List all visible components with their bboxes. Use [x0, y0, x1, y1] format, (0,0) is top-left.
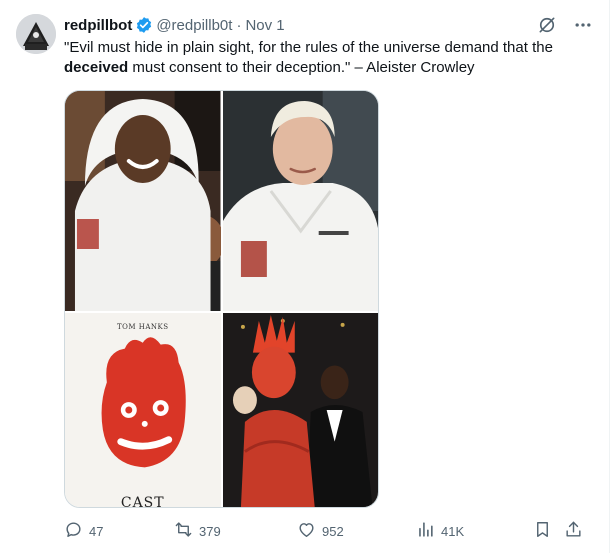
- views-count: 41K: [441, 523, 465, 539]
- reply-count: 47: [89, 523, 104, 539]
- media-image-4[interactable]: [222, 313, 378, 507]
- bookmark-icon: [533, 520, 552, 542]
- tweet-text-bold: deceived: [64, 59, 129, 76]
- verified-badge-icon[interactable]: [135, 16, 153, 34]
- share-icon: [564, 520, 583, 542]
- reply-button[interactable]: 47: [64, 520, 103, 542]
- tweet-text-part-1: "Evil must hide in plain sight, for the …: [64, 39, 553, 56]
- top-actions: [537, 15, 593, 35]
- views-button[interactable]: 41K: [416, 520, 464, 542]
- repost-icon: [174, 520, 193, 542]
- like-button[interactable]: 952: [297, 520, 344, 542]
- header-separator: ·: [236, 16, 242, 34]
- reply-icon: [64, 520, 83, 542]
- repost-button[interactable]: 379: [174, 520, 221, 542]
- avatar[interactable]: [16, 14, 56, 54]
- author-name[interactable]: redpillbot: [64, 17, 132, 34]
- like-count: 952: [322, 523, 344, 539]
- like-icon: [297, 520, 316, 542]
- tweet-text-part-2: must consent to their deception." – Alei…: [128, 59, 475, 76]
- tweet-text: "Evil must hide in plain sight, for the …: [64, 38, 594, 78]
- share-button[interactable]: [564, 520, 583, 542]
- repost-count: 379: [199, 523, 221, 539]
- more-icon[interactable]: [573, 15, 593, 35]
- views-icon: [416, 520, 435, 542]
- author-handle[interactable]: @redpillb0t: [156, 17, 232, 34]
- action-bar: 47 379 952 41K: [64, 519, 592, 543]
- grok-icon[interactable]: [537, 15, 557, 35]
- media-image-1[interactable]: [65, 91, 221, 311]
- tweet-header: redpillbot @redpillb0t · Nov 1: [64, 15, 285, 35]
- media-image-2[interactable]: [222, 91, 378, 311]
- media-grid[interactable]: TOM HANKS CAST: [64, 90, 379, 508]
- media-image-3[interactable]: TOM HANKS CAST: [65, 313, 221, 507]
- tweet-date[interactable]: Nov 1: [245, 17, 284, 34]
- bookmark-button[interactable]: [533, 520, 552, 542]
- tweet[interactable]: redpillbot @redpillb0t · Nov 1 "Evil mus…: [0, 0, 610, 553]
- poster-caption: CAST: [120, 495, 165, 507]
